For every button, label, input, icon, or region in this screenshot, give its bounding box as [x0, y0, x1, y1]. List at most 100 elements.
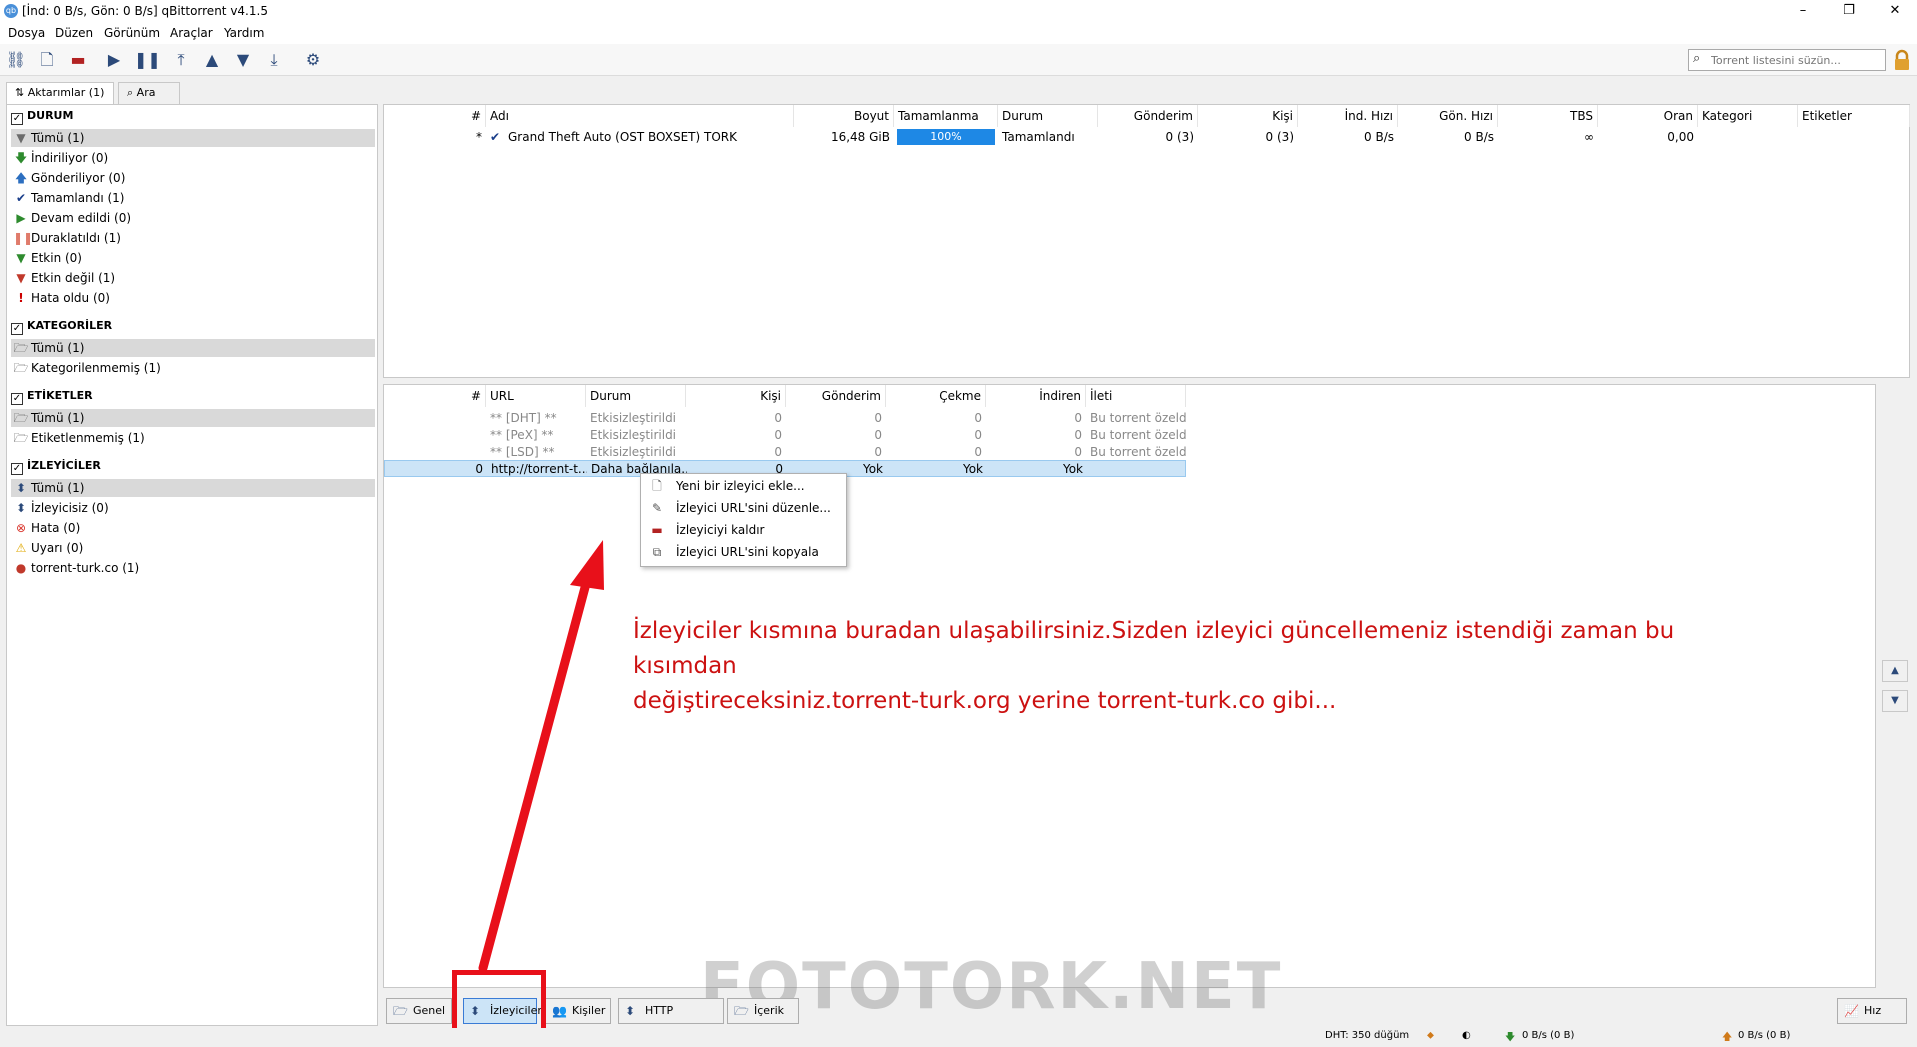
filter-icon: ▼: [16, 131, 26, 145]
tracker-warning[interactable]: ⚠ Uyarı (0): [11, 539, 375, 557]
tab-general[interactable]: 🗁 Genel: [386, 998, 452, 1024]
col-category[interactable]: Kategori: [1698, 105, 1798, 127]
tcol-downloaded[interactable]: İndiren: [986, 385, 1086, 407]
tcol-num[interactable]: #: [384, 385, 486, 407]
status-resumed[interactable]: ▶ Devam edildi (0): [11, 209, 375, 227]
tracker-trackerless[interactable]: ⬍ İzleyicisiz (0): [11, 499, 375, 517]
top-icon[interactable]: ⤒: [170, 49, 192, 71]
checkbox-icon[interactable]: ✓: [11, 113, 23, 125]
status-inactive[interactable]: ▼ Etkin değil (1): [11, 269, 375, 287]
tcol-status[interactable]: Durum: [586, 385, 686, 407]
tcol-message[interactable]: İleti: [1086, 385, 1186, 407]
tab-transfers[interactable]: ⇅ Aktarımlar (1): [6, 82, 114, 105]
dht-status: DHT: 350 düğüm: [1325, 1030, 1410, 1041]
menu-copy-tracker[interactable]: ⧉ İzleyici URL'sini kopyala: [642, 541, 845, 563]
check-icon: ✔: [490, 130, 501, 144]
tracker-row-lsd[interactable]: ** [LSD] ** Etkisizleştirildi 0 0 0 0 Bu…: [384, 443, 1186, 460]
speed-button[interactable]: 📈 Hız: [1837, 998, 1907, 1024]
menu-tools[interactable]: Araçlar: [170, 26, 213, 40]
tracker-row-dht[interactable]: ** [DHT] ** Etkisizleştirildi 0 0 0 0 Bu…: [384, 409, 1186, 426]
pause-icon[interactable]: ❚❚: [134, 49, 161, 71]
status-downloading[interactable]: 🡇 İndiriliyor (0): [11, 149, 375, 167]
window-title: [İnd: 0 B/s, Gön: 0 B/s] qBittorrent v4.…: [22, 4, 268, 18]
status-active[interactable]: ▼ Etkin (0): [11, 249, 375, 267]
menu-remove-tracker[interactable]: ▬ İzleyiciyi kaldır: [642, 519, 845, 541]
folder-icon: 🗁: [734, 1004, 749, 1018]
tab-content[interactable]: 🗁 İçerik: [727, 998, 799, 1024]
col-status[interactable]: Durum: [998, 105, 1098, 127]
down-icon[interactable]: ▼: [232, 49, 254, 71]
col-peers[interactable]: Kişi: [1198, 105, 1298, 127]
minimize-button[interactable]: –: [1780, 0, 1826, 22]
trackers-section-title[interactable]: ✓ İZLEYİCİLER: [11, 459, 101, 475]
category-all[interactable]: 🗁 Tümü (1): [11, 339, 375, 357]
status-all[interactable]: ▼ Tümü (1): [11, 129, 375, 147]
tracker-error[interactable]: ⊗ Hata (0): [11, 519, 375, 537]
col-seeds[interactable]: Gönderim: [1098, 105, 1198, 127]
menu-edit-tracker[interactable]: ✎ İzleyici URL'sini düzenle...: [642, 497, 845, 519]
tcol-seeds[interactable]: Gönderim: [786, 385, 886, 407]
col-eta[interactable]: TBS: [1498, 105, 1598, 127]
col-tags[interactable]: Etiketler: [1798, 105, 1910, 127]
restore-button[interactable]: ❐: [1826, 0, 1872, 22]
tcol-url[interactable]: URL: [486, 385, 586, 407]
filter-icon: ▼: [16, 271, 26, 285]
status-section-title[interactable]: ✓ DURUM: [11, 109, 73, 125]
alt-speed-icon[interactable]: ◐: [1462, 1030, 1471, 1041]
categories-section-title[interactable]: ✓ KATEGORİLER: [11, 319, 112, 335]
move-up-button[interactable]: ▲: [1882, 660, 1908, 682]
status-paused[interactable]: ❚❚ Duraklatıldı (1): [11, 229, 375, 247]
col-size[interactable]: Boyut: [794, 105, 894, 127]
tcol-leeches[interactable]: Çekme: [886, 385, 986, 407]
menu-help[interactable]: Yardım: [224, 26, 264, 40]
menu-view[interactable]: Görünüm: [104, 26, 160, 40]
tcol-peers[interactable]: Kişi: [686, 385, 786, 407]
tracker-all[interactable]: ⬍ Tümü (1): [11, 479, 375, 497]
tab-search[interactable]: ⌕ Ara: [118, 82, 180, 104]
checkbox-icon[interactable]: ✓: [11, 393, 23, 405]
menu-edit[interactable]: Düzen: [55, 26, 93, 40]
tracker-torrent-turk[interactable]: ● torrent-turk.co (1): [11, 559, 375, 577]
tracker-row-pex[interactable]: ** [PeX] ** Etkisizleştirildi 0 0 0 0 Bu…: [384, 426, 1186, 443]
upload-speed: 0 B/s (0 B): [1738, 1030, 1791, 1041]
col-num[interactable]: #: [384, 105, 486, 127]
status-errored[interactable]: ! Hata oldu (0): [11, 289, 375, 307]
add-file-icon[interactable]: 🗋: [36, 49, 58, 71]
tag-untagged[interactable]: 🗁 Etiketlenmemiş (1): [11, 429, 375, 447]
options-icon[interactable]: ⚙: [302, 49, 324, 71]
menu-file[interactable]: Dosya: [8, 26, 45, 40]
torrent-eta: ∞: [1584, 130, 1594, 144]
col-ratio[interactable]: Oran: [1598, 105, 1698, 127]
col-name[interactable]: Adı: [486, 105, 794, 127]
status-completed[interactable]: ✔ Tamamlandı (1): [11, 189, 375, 207]
col-ul-speed[interactable]: Gön. Hızı: [1398, 105, 1498, 127]
add-link-icon[interactable]: ⛓: [5, 49, 27, 71]
bottom-icon[interactable]: ⤓: [263, 49, 285, 71]
category-uncategorized[interactable]: 🗁 Kategorilenmemiş (1): [11, 359, 375, 377]
filter-input[interactable]: [1711, 52, 1881, 68]
torrent-size: 16,48 GiB: [830, 130, 890, 144]
col-progress[interactable]: Tamamlanma: [894, 105, 998, 127]
resume-icon[interactable]: ▶: [103, 49, 125, 71]
search-icon: ⌕: [1693, 51, 1701, 66]
status-seeding[interactable]: 🡅 Gönderiliyor (0): [11, 169, 375, 187]
warning-icon: ⚠: [15, 541, 27, 555]
remove-icon[interactable]: ▬: [67, 49, 89, 71]
torrent-ul: 0 B/s: [1464, 130, 1494, 144]
filter-search-box[interactable]: ⌕: [1688, 49, 1886, 71]
tags-section-title[interactable]: ✓ ETİKETLER: [11, 389, 93, 405]
connection-icon: ⬥: [1427, 1030, 1434, 1041]
close-button[interactable]: ✕: [1872, 0, 1917, 22]
checkbox-icon[interactable]: ✓: [11, 323, 23, 335]
menu-add-tracker[interactable]: 🗋 Yeni bir izleyici ekle...: [642, 475, 845, 497]
checkbox-icon[interactable]: ✓: [11, 463, 23, 475]
title-bar: qb [İnd: 0 B/s, Gön: 0 B/s] qBittorrent …: [0, 0, 1917, 22]
col-dl-speed[interactable]: İnd. Hızı: [1298, 105, 1398, 127]
tab-http-sources[interactable]: ⬍HTTP Kaynakları: [618, 998, 724, 1041]
move-down-button[interactable]: ▼: [1882, 690, 1908, 712]
tracker-icon: ⬍: [15, 481, 27, 495]
tag-all[interactable]: 🗁 Tümü (1): [11, 409, 375, 427]
lock-icon[interactable]: [1892, 49, 1912, 71]
tab-peers[interactable]: 👥 Kişiler: [545, 998, 611, 1024]
up-icon[interactable]: ▲: [201, 49, 223, 71]
